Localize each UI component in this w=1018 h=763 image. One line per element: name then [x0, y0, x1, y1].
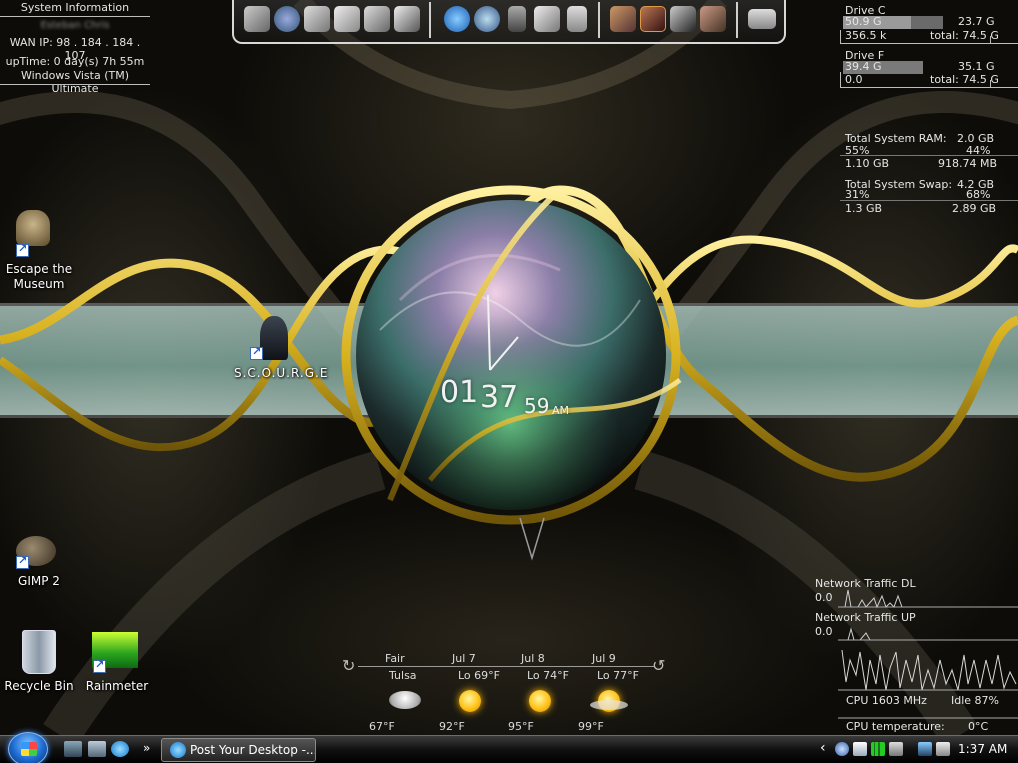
internet-explorer-icon — [170, 742, 186, 758]
tray-network-monitor-icon[interactable] — [853, 742, 867, 756]
tray-clock[interactable]: 1:37 AM — [958, 742, 1007, 756]
show-desktop-icon[interactable] — [64, 741, 82, 757]
quick-launch-expand[interactable]: » — [143, 741, 150, 755]
start-button[interactable] — [8, 732, 48, 763]
tray-shield-icon[interactable] — [835, 742, 849, 756]
cpu-temp-label: CPU temperature: — [846, 720, 945, 733]
tray-network-icon[interactable] — [918, 742, 932, 756]
taskbar-window-title: Post Your Desktop -... — [190, 743, 316, 757]
switch-windows-icon[interactable] — [88, 741, 106, 757]
system-tray: ‹ 1:37 AM — [817, 736, 1018, 763]
tray-volume-icon[interactable] — [936, 742, 950, 756]
tray-signal-icon[interactable] — [871, 742, 885, 756]
cpu-speed: CPU 1603 MHz — [846, 694, 927, 707]
cpu-temp-value: 0°C — [968, 720, 989, 733]
cpu-idle: Idle 87% — [951, 694, 999, 707]
windows-logo-icon — [21, 742, 37, 756]
network-graphs — [838, 589, 1018, 719]
internet-explorer-icon[interactable] — [111, 741, 129, 757]
tray-device-icon[interactable] — [889, 742, 903, 756]
taskbar: » Post Your Desktop -... ‹ 1:37 AM — [0, 732, 1018, 763]
taskbar-window-button[interactable]: Post Your Desktop -... — [161, 738, 316, 762]
tray-chevron-icon[interactable]: ‹ — [820, 740, 826, 756]
